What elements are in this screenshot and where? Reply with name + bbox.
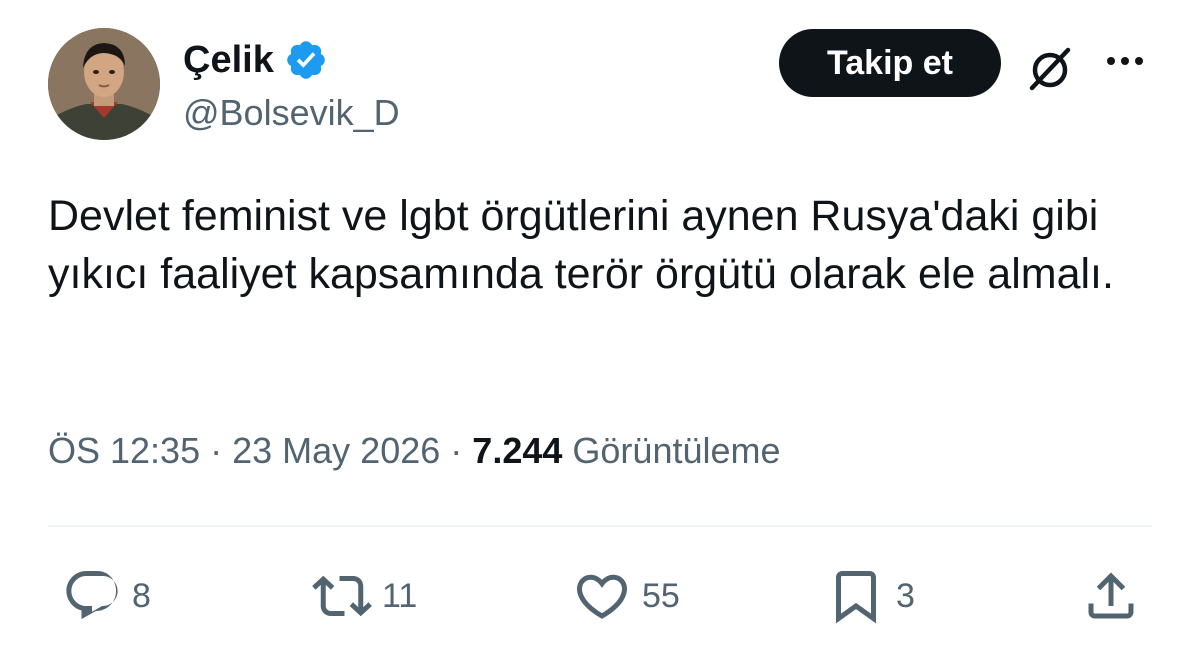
like-button[interactable]: 55 <box>572 566 680 626</box>
share-icon <box>1088 572 1134 619</box>
reply-button[interactable]: 8 <box>62 566 151 626</box>
action-bar: 8 11 55 3 <box>0 566 1200 626</box>
user-display-name[interactable]: Çelik <box>183 39 274 82</box>
retweet-count: 11 <box>382 576 418 615</box>
tweet-date[interactable]: 23 May 2026 <box>232 430 440 471</box>
tweet-meta: ÖS 12:35 · 23 May 2026 · 7.244 Görüntüle… <box>48 430 781 472</box>
heart-icon <box>576 574 628 619</box>
meta-separator: · <box>210 430 233 471</box>
divider <box>48 525 1152 527</box>
avatar[interactable] <box>48 28 160 140</box>
reply-count: 8 <box>132 576 151 615</box>
like-count: 55 <box>642 576 680 615</box>
reply-icon <box>66 571 118 620</box>
views-label: Görüntüleme <box>572 430 781 471</box>
meta-separator: · <box>450 430 473 471</box>
ellipsis-icon[interactable] <box>1101 48 1149 72</box>
user-name-row: Çelik <box>183 32 328 88</box>
follow-button[interactable]: Takip et <box>779 29 1001 97</box>
verified-badge-icon[interactable] <box>284 38 328 82</box>
share-button[interactable] <box>1081 566 1141 626</box>
views-count[interactable]: 7.244 <box>472 430 562 471</box>
grok-icon[interactable] <box>1022 40 1078 96</box>
bookmark-count: 3 <box>896 576 915 615</box>
bookmark-icon <box>836 571 876 624</box>
tweet-text: Devlet feminist ve lgbt örgütlerini ayne… <box>48 192 1114 298</box>
portrait-avatar-image <box>48 28 160 140</box>
retweet-icon <box>312 575 372 617</box>
tweet-time[interactable]: ÖS 12:35 <box>48 430 200 471</box>
retweet-button[interactable]: 11 <box>312 566 417 626</box>
user-handle[interactable]: @Bolsevik_D <box>183 92 400 134</box>
bookmark-button[interactable]: 3 <box>826 566 915 626</box>
